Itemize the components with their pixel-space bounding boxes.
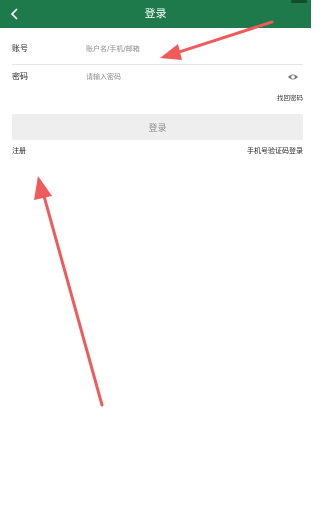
annotation-arrow-upper [160,20,274,60]
annotation-arrows [34,20,274,407]
annotation-arrow-lower [34,176,104,407]
